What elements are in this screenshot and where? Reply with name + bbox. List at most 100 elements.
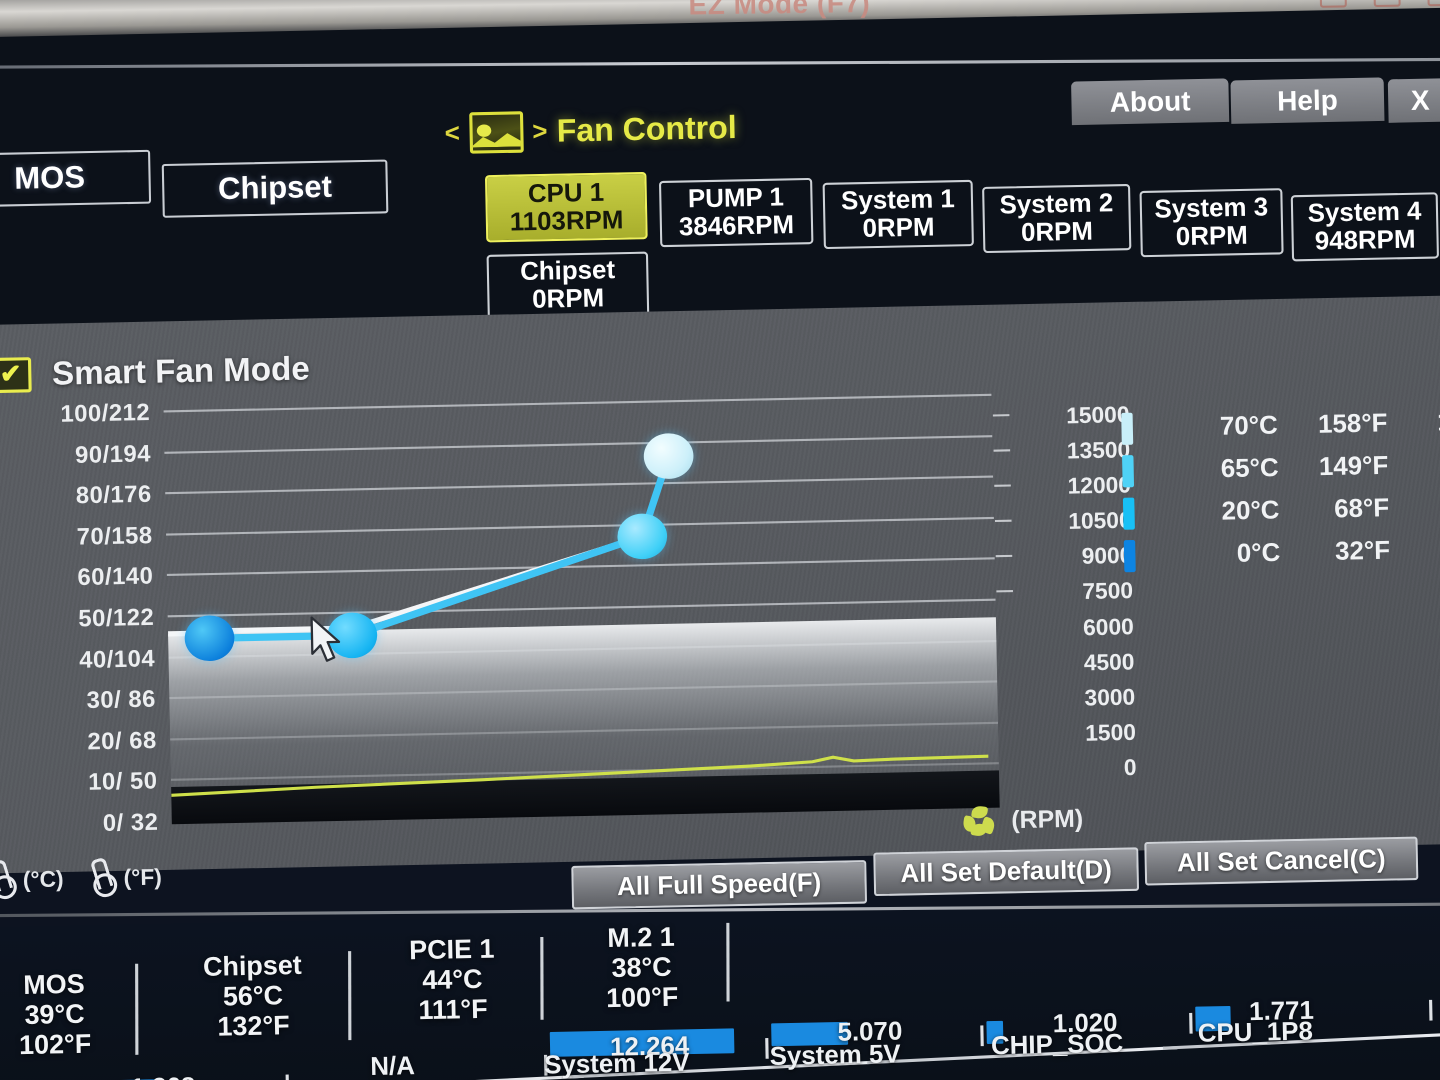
rpm-footer-label: (RPM): [1011, 804, 1084, 835]
sidebar-item-mos[interactable]: MOS: [0, 149, 152, 208]
fan-tab-pump1-name: PUMP 1: [687, 182, 785, 214]
rpm-axis-tick-3: 10500: [1068, 507, 1132, 535]
legend-temp-f-1: 149°F: [1318, 451, 1389, 482]
breadcrumb-next-arrow[interactable]: >: [532, 116, 548, 146]
fan-tab-system4-name: System 4: [1307, 196, 1422, 228]
legend-temp-f-0: 158°F: [1317, 408, 1388, 439]
close-button[interactable]: X: [1387, 78, 1440, 123]
fan-tab-system1-rpm: 0RPM: [862, 212, 935, 244]
y-axis-labels: 100/212 90/194 80/176 70/158 60/140 50/122 40/…: [0, 398, 159, 852]
fan-tab-pump1[interactable]: PUMP 1 3846RPM: [658, 177, 814, 248]
fan-tab-pump1-rpm: 3846RPM: [678, 210, 795, 242]
about-label: About: [1109, 84, 1191, 118]
status-temp-pcie1-name: PCIE 1: [408, 932, 495, 966]
legend-temp-c-3: 0°C: [1236, 538, 1281, 568]
legend-swatch-2: [1122, 497, 1135, 530]
fan-tab-system4[interactable]: System 4 948RPM: [1290, 192, 1439, 262]
thermometer-icon-celsius: [0, 859, 16, 903]
y-axis-tick-5: 50/122: [78, 603, 155, 632]
close-icon: X: [1410, 84, 1430, 116]
legend-temp-c-1: 65°C: [1220, 453, 1279, 484]
fan-tab-system3-rpm: 0RPM: [1175, 220, 1249, 252]
rpm-axis-tick-5: 7500: [1082, 577, 1134, 605]
bios-screen: EZ Mode (F7) MOS Chipset < > Fan Control…: [0, 0, 1440, 1080]
temperature-unit-toggles: (°C) (°F): [0, 858, 162, 901]
fan-tab-system2-name: System 2: [999, 188, 1114, 220]
legend-duty-0: 100%: [1436, 406, 1440, 437]
smart-fan-mode-label: Smart Fan Mode: [51, 349, 311, 392]
help-button[interactable]: Help: [1230, 77, 1385, 124]
legend-temp-c-0: 70°C: [1219, 410, 1279, 441]
fan-tab-system2[interactable]: System 2 0RPM: [982, 183, 1132, 254]
all-full-speed-label: All Full Speed(F): [616, 867, 822, 901]
rpm-axis-tick-4: 9000: [1081, 542, 1133, 570]
tab-mos-label: MOS: [13, 160, 86, 196]
rpm-footer: (RPM): [961, 804, 1084, 838]
fahrenheit-label[interactable]: (°F): [123, 864, 162, 892]
y-axis-tick-4: 60/140: [77, 562, 154, 591]
fan-tab-chipset-rpm: 0RPM: [531, 283, 605, 314]
status-temp-m21-c: 38°C: [611, 951, 672, 984]
language-icon: [1373, 0, 1401, 8]
legend-temp-f-3: 32°F: [1334, 535, 1391, 566]
fan-curve-plot[interactable]: [163, 393, 1000, 825]
status-divider-3: [540, 936, 544, 1020]
status-temp-pcie1: PCIE 1 44°C 111°F: [366, 933, 540, 1027]
voltage-name-cpu-1p8: CPU_1P8: [1197, 1016, 1314, 1049]
help-label: Help: [1276, 84, 1339, 117]
legend-row-3: 0°C 32°F46%: [1123, 527, 1440, 577]
status-temp-mos-c: 39°C: [24, 998, 85, 1031]
legend-temp-f-2: 68°F: [1333, 493, 1390, 524]
rpm-axis-tick-0: 15000: [1065, 401, 1130, 429]
y-axis-tick-9: 10/ 50: [87, 766, 158, 796]
fan-tab-chipset-name: Chipset: [519, 255, 616, 287]
about-button[interactable]: About: [1071, 78, 1230, 126]
picture-icon: [468, 111, 524, 154]
fan-tab-chipset[interactable]: Chipset 0RPM: [486, 251, 650, 319]
sidebar-item-chipset[interactable]: Chipset: [161, 159, 389, 218]
rpm-axis-tick-7: 4500: [1083, 648, 1135, 676]
voltage-name-chip-soc: CHIP_SOC: [990, 1028, 1124, 1061]
status-temp-pcie1-c: 44°C: [422, 963, 483, 996]
fan-tab-system1-name: System 1: [840, 184, 956, 216]
status-temp-m21: M.2 1 38°C 100°F: [558, 921, 725, 1015]
y-axis-tick-6: 40/104: [78, 644, 156, 673]
y-axis-tick-1: 90/194: [74, 439, 152, 468]
rpm-axis-tick-10: 0: [1123, 754, 1137, 781]
fan-tab-system3[interactable]: System 3 0RPM: [1139, 188, 1284, 258]
status-temp-chipset-name: Chipset: [202, 949, 302, 983]
y-axis-tick-2: 80/176: [75, 480, 153, 509]
breadcrumb-prev-arrow[interactable]: <: [444, 118, 460, 148]
status-temp-m21-f: 100°F: [605, 981, 679, 1014]
legend-row-1: 65°C 149°F75%: [1122, 442, 1440, 492]
legend-duty-2: 46%: [1389, 491, 1440, 523]
voltage-name-system-12v: System 12V: [543, 1047, 690, 1080]
fan-tab-system4-rpm: 948RPM: [1314, 224, 1416, 256]
rpm-axis-tick-9: 1500: [1084, 718, 1137, 746]
fan-tab-cpu1-rpm: 1103RPM: [509, 204, 624, 237]
all-set-default-label: All Set Default(D): [900, 854, 1113, 888]
y-axis-tick-0: 100/212: [60, 398, 151, 427]
all-set-cancel-button[interactable]: All Set Cancel(C): [1144, 836, 1419, 886]
mouse-cursor: [310, 616, 346, 666]
voltage-name-system-5v: System 5V: [769, 1039, 901, 1072]
fan-curve-legend: 70°C 158°F 100% 65°C 149°F75% 20°C 68°F46% 0°C 3…: [1121, 400, 1440, 577]
legend-duty-3: 46%: [1390, 534, 1440, 566]
ez-mode-label[interactable]: EZ Mode (F7): [688, 0, 870, 22]
smart-fan-mode-checkbox[interactable]: ✔: [0, 356, 32, 393]
fan-curve-svg: [167, 453, 989, 797]
all-set-default-button[interactable]: All Set Default(D): [873, 847, 1140, 897]
legend-row-0: 70°C 158°F 100%: [1121, 400, 1440, 450]
tab-chipset-label: Chipset: [217, 169, 333, 207]
fan-tab-cpu1[interactable]: CPU 1 1103RPM: [484, 171, 648, 243]
fan-icon: [961, 804, 997, 838]
celsius-label[interactable]: (°C): [23, 866, 64, 894]
fan-tab-system3-name: System 3: [1154, 192, 1269, 224]
fan-tab-system1[interactable]: System 1 0RPM: [822, 179, 974, 250]
thermometer-icon-fahrenheit: [85, 857, 116, 901]
all-full-speed-button[interactable]: All Full Speed(F): [571, 860, 868, 910]
smart-fan-mode-row[interactable]: ✔ Smart Fan Mode: [0, 349, 310, 394]
fan-tab-system2-rpm: 0RPM: [1020, 216, 1094, 248]
y-axis-tick-3: 70/158: [76, 521, 153, 550]
status-divider-4: [726, 922, 730, 1002]
